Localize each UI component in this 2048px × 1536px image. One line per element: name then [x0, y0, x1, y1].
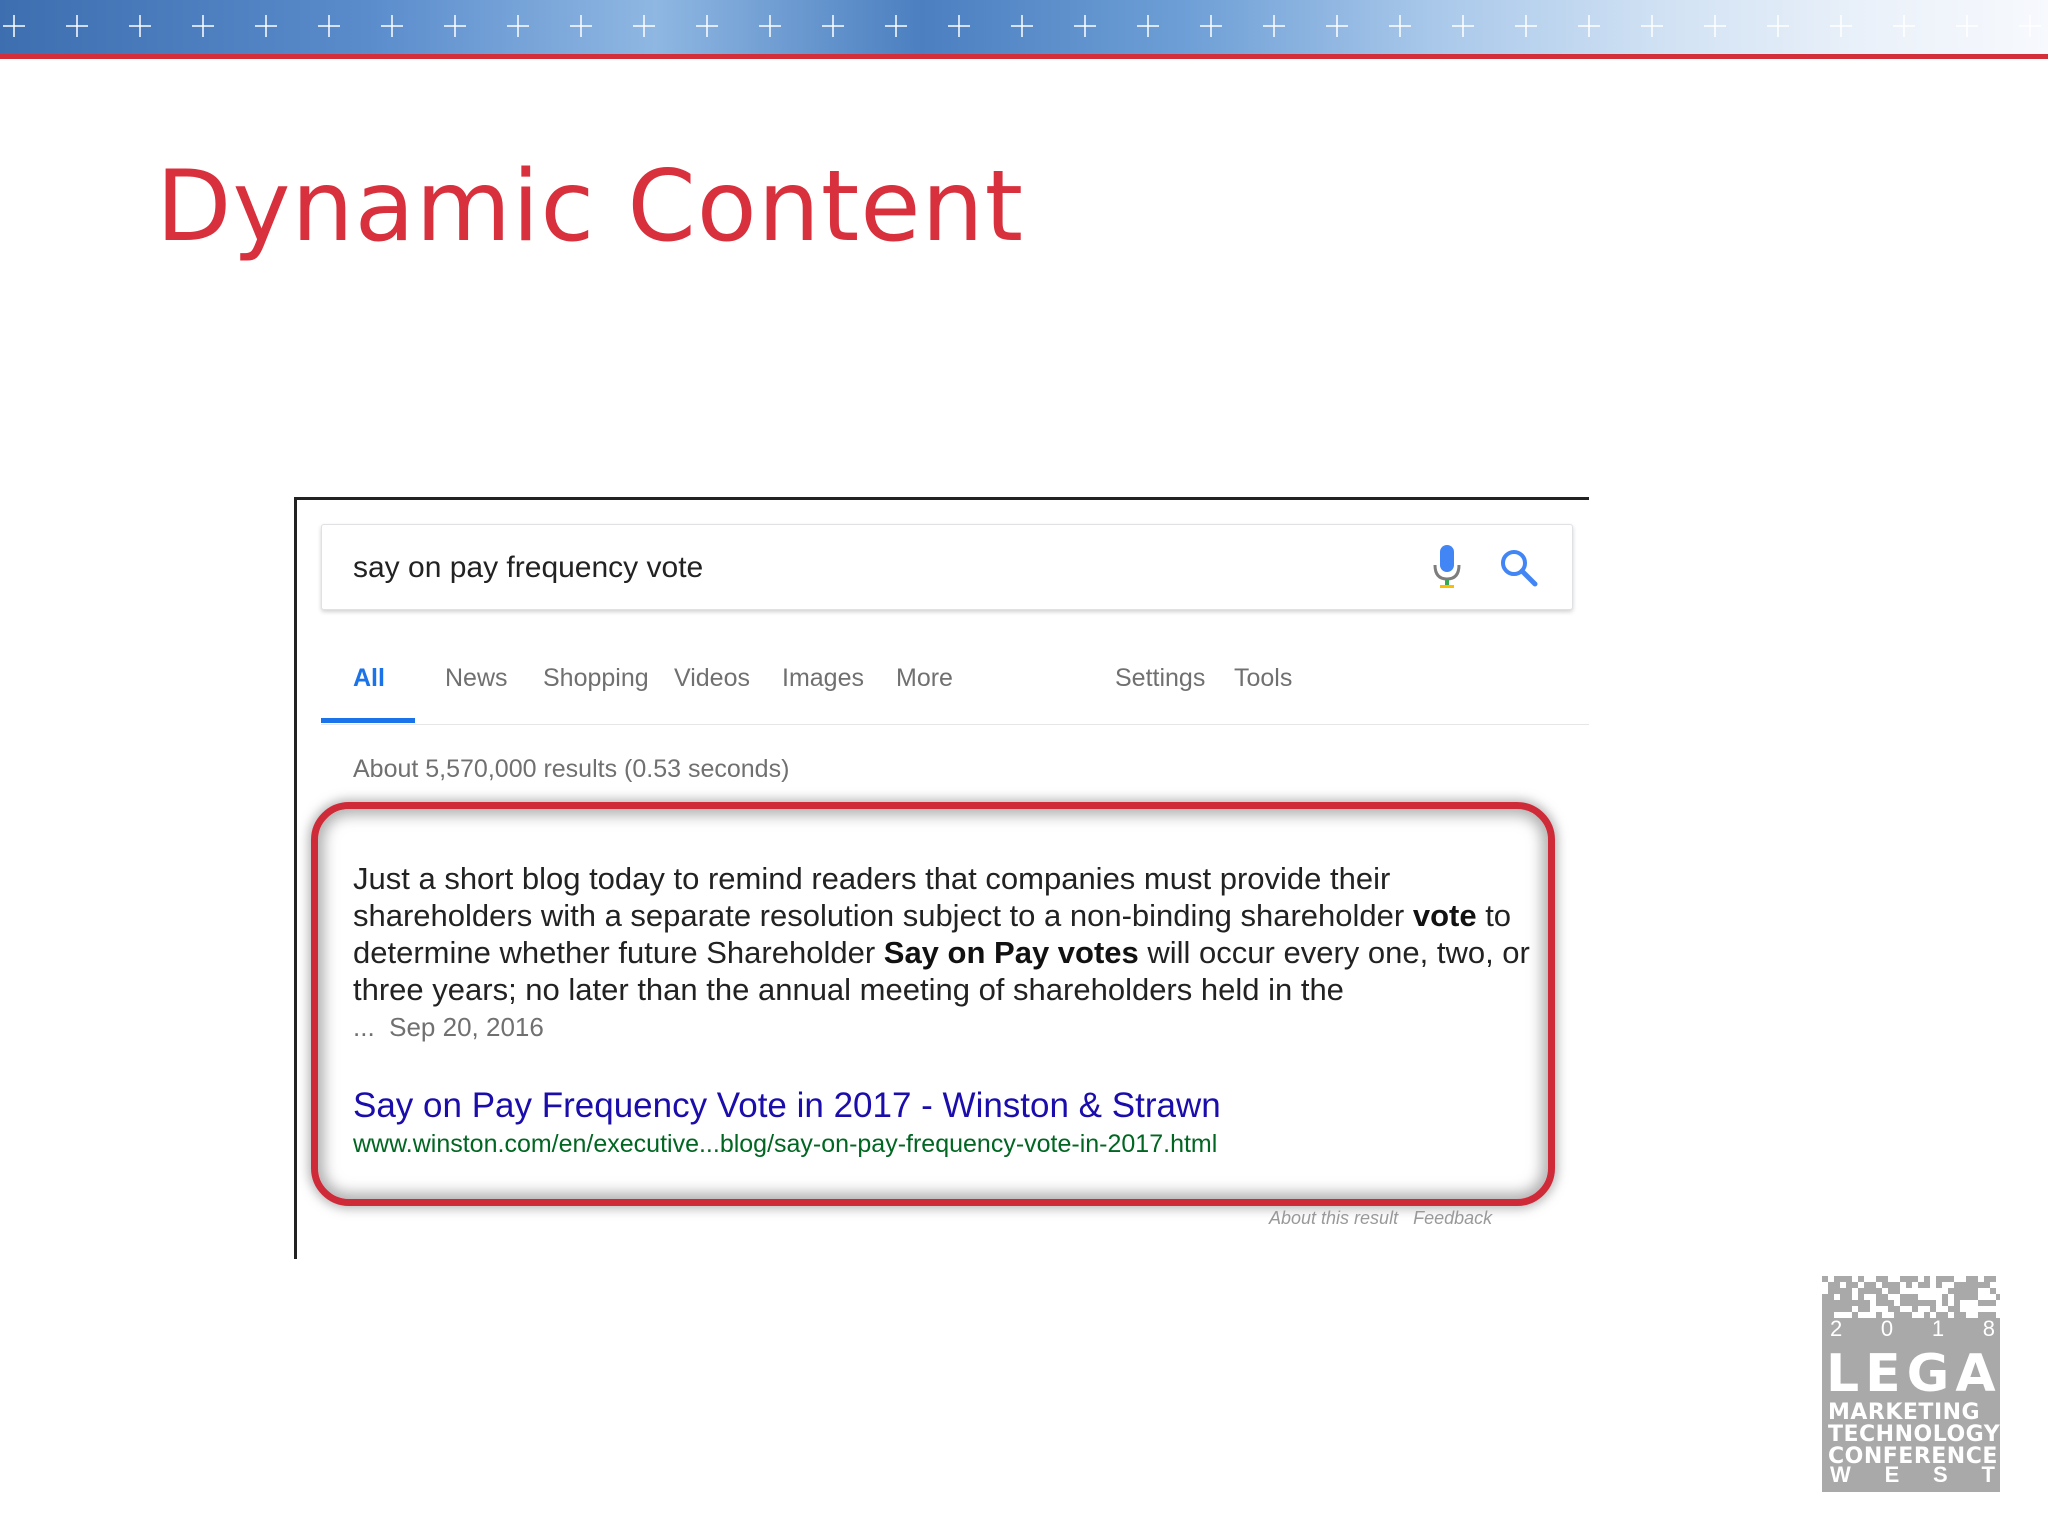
- search-screenshot: say on pay frequency vote All News Shopp…: [294, 497, 1589, 1259]
- tab-settings[interactable]: Settings: [1115, 664, 1205, 693]
- result-stats: About 5,570,000 results (0.53 seconds): [353, 755, 790, 783]
- logo-west-letter: E: [1884, 1462, 1900, 1487]
- tab-tools[interactable]: Tools: [1234, 664, 1292, 693]
- logo-west: W E S T: [1830, 1462, 1995, 1488]
- search-input[interactable]: say on pay frequency vote: [353, 551, 703, 585]
- logo-year-digit: 1: [1931, 1316, 1945, 1341]
- conference-logo: 2 0 1 8 LEGAL MARKETING TECHNOLOGY CONFE…: [1822, 1276, 2000, 1492]
- search-box[interactable]: say on pay frequency vote: [321, 524, 1573, 610]
- tab-shopping[interactable]: Shopping: [543, 664, 649, 693]
- logo-year-digit: 0: [1880, 1316, 1894, 1341]
- snippet-date: Sep 20, 2016: [389, 1012, 544, 1042]
- featured-snippet-text: Just a short blog today to remind reader…: [353, 860, 1543, 1008]
- slide-title: Dynamic Content: [156, 150, 1025, 264]
- about-feedback-row: About this result Feedback: [1269, 1208, 1492, 1229]
- header-banner: [0, 0, 2048, 54]
- logo-year-digit: 2: [1830, 1316, 1843, 1341]
- snippet-bold-term: vote: [1412, 898, 1477, 933]
- search-icon[interactable]: [1498, 547, 1540, 589]
- tab-images[interactable]: Images: [782, 664, 864, 693]
- result-url: www.winston.com/en/executive...blog/say-…: [353, 1130, 1218, 1158]
- snippet-date-row: ... Sep 20, 2016: [353, 1012, 544, 1043]
- snippet-bold-term: Say on Pay votes: [883, 935, 1139, 970]
- logo-west-letter: W: [1830, 1462, 1851, 1487]
- result-title-link[interactable]: Say on Pay Frequency Vote in 2017 - Wins…: [353, 1086, 1221, 1126]
- logo-west-letter: S: [1933, 1462, 1948, 1487]
- about-result-link[interactable]: About this result: [1269, 1208, 1398, 1228]
- snippet-ellipsis: ...: [353, 1012, 375, 1042]
- header-divider: [0, 54, 2048, 59]
- logo-legal: LEGAL: [1826, 1344, 2000, 1404]
- tab-videos[interactable]: Videos: [674, 664, 750, 693]
- microphone-icon[interactable]: [1430, 543, 1464, 591]
- tab-news[interactable]: News: [445, 664, 508, 693]
- logo-west-letter: T: [1981, 1462, 1995, 1487]
- active-tab-indicator: [321, 718, 415, 723]
- logo-year-digit: 8: [1982, 1316, 1995, 1341]
- tab-more[interactable]: More: [896, 664, 953, 693]
- logo-pixel-pattern: [1822, 1276, 2000, 1318]
- tab-all[interactable]: All: [353, 664, 385, 693]
- snippet-text-part: Just a short blog today to remind reader…: [353, 861, 1413, 933]
- logo-year: 2 0 1 8: [1830, 1316, 1995, 1342]
- banner-cross-pattern: [3, 15, 2041, 37]
- search-tabs: All News Shopping Videos Images More Set…: [321, 648, 1589, 725]
- feedback-link[interactable]: Feedback: [1413, 1208, 1492, 1228]
